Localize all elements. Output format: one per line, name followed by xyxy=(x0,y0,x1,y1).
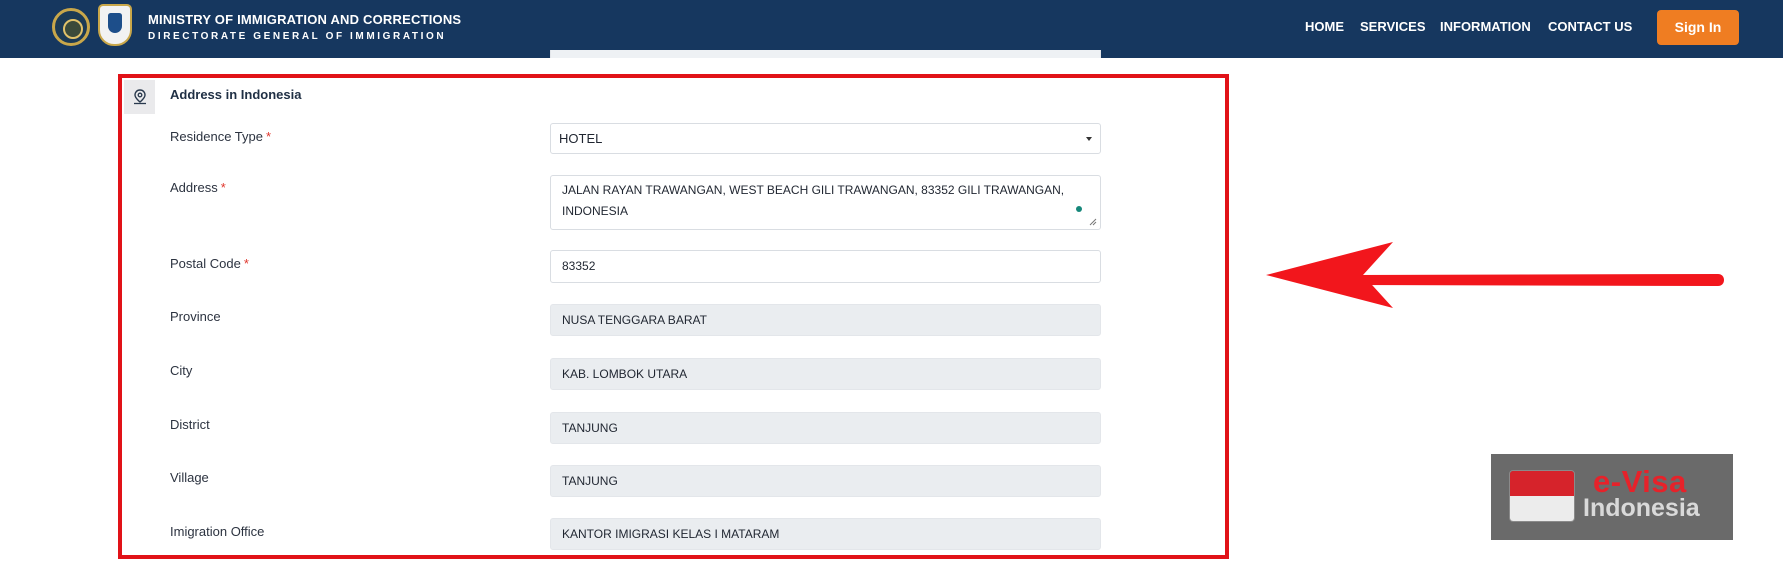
site-title[interactable]: MINISTRY OF IMMIGRATION AND CORRECTIONS xyxy=(148,12,461,27)
evisa-indonesia-watermark: e-Visa Indonesia xyxy=(1491,454,1733,540)
red-arrow-annotation-icon xyxy=(1266,242,1724,308)
address-line-2: INDONESIA xyxy=(562,204,629,218)
previous-field-edge xyxy=(550,50,1101,58)
residence-type-label: Residence Type * xyxy=(170,129,272,144)
watermark-line-2: Indonesia xyxy=(1583,494,1700,522)
sign-in-button[interactable]: Sign In xyxy=(1657,10,1739,45)
residence-type-value: HOTEL xyxy=(559,131,603,146)
ministry-emblem-logo[interactable] xyxy=(52,8,90,46)
postal-code-input[interactable]: 83352 xyxy=(550,250,1101,283)
site-subtitle: DIRECTORATE GENERAL OF IMMIGRATION xyxy=(148,31,447,42)
address-line-1: JALAN RAYAN TRAWANGAN, WEST BEACH GILI T… xyxy=(562,183,1065,197)
indonesia-flag-icon xyxy=(1509,470,1575,522)
village-label: Village xyxy=(170,470,209,485)
nav-services[interactable]: SERVICES xyxy=(1360,19,1426,34)
city-field: KAB. LOMBOK UTARA xyxy=(550,358,1101,390)
section-title: Address in Indonesia xyxy=(170,87,302,102)
resize-handle-icon[interactable] xyxy=(1089,218,1097,226)
village-value: TANJUNG xyxy=(562,474,618,488)
required-marker: * xyxy=(220,180,226,195)
district-field: TANJUNG xyxy=(550,412,1101,444)
postal-code-label: Postal Code * xyxy=(170,256,249,271)
required-marker: * xyxy=(266,129,272,144)
district-label: District xyxy=(170,417,210,432)
nav-information[interactable]: INFORMATION xyxy=(1440,19,1531,34)
map-pin-icon xyxy=(124,80,155,114)
city-value: KAB. LOMBOK UTARA xyxy=(562,367,688,381)
address-label: Address * xyxy=(170,180,226,195)
nav-home[interactable]: HOME xyxy=(1305,19,1344,34)
village-field: TANJUNG xyxy=(550,465,1101,497)
district-value: TANJUNG xyxy=(562,421,618,435)
nav-contact-us[interactable]: CONTACT US xyxy=(1548,19,1632,34)
postal-code-value: 83352 xyxy=(562,259,596,273)
province-field: NUSA TENGGARA BARAT xyxy=(550,304,1101,336)
required-marker: * xyxy=(243,256,249,271)
dropdown-caret-icon[interactable] xyxy=(1086,137,1092,141)
province-value: NUSA TENGGARA BARAT xyxy=(562,313,707,327)
immigration-office-field: KANTOR IMIGRASI KELAS I MATARAM xyxy=(550,518,1101,550)
grammar-check-dot-icon[interactable] xyxy=(1076,206,1082,212)
immigration-office-label: Imigration Office xyxy=(170,524,265,539)
province-label: Province xyxy=(170,309,221,324)
address-textarea[interactable]: JALAN RAYAN TRAWANGAN, WEST BEACH GILI T… xyxy=(550,175,1101,230)
immigration-office-value: KANTOR IMIGRASI KELAS I MATARAM xyxy=(562,527,780,541)
residence-type-select[interactable]: HOTEL xyxy=(550,123,1101,154)
city-label: City xyxy=(170,363,193,378)
immigration-emblem-logo[interactable] xyxy=(98,4,132,46)
